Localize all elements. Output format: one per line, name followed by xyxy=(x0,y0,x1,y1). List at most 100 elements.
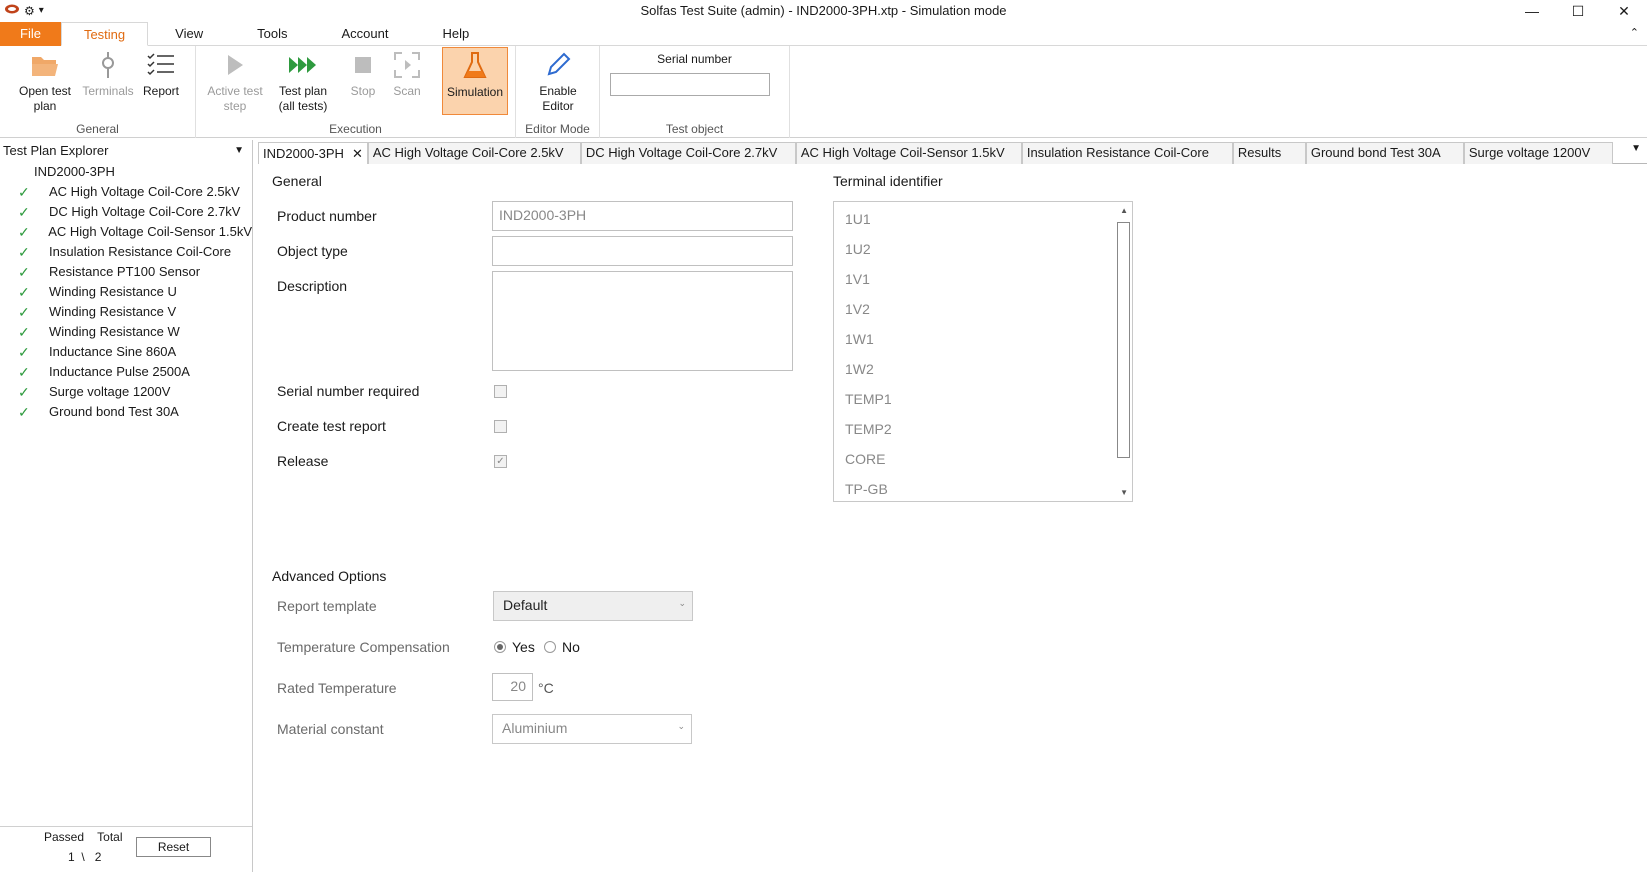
radio-selected-icon xyxy=(494,641,506,653)
doc-tab[interactable]: Surge voltage 1200V xyxy=(1463,142,1613,164)
terminal-list-item[interactable]: 1V1 xyxy=(834,264,1132,294)
explorer-dropdown-icon[interactable]: ▼ xyxy=(234,140,244,162)
passed-total-values: 1 \ 2 xyxy=(68,850,101,864)
tree-item[interactable]: ✓ Inductance Pulse 2500A xyxy=(0,362,252,382)
tree-item-label: Inductance Pulse 2500A xyxy=(49,364,190,379)
terminal-identifier-title: Terminal identifier xyxy=(833,173,943,189)
passed-check-icon: ✓ xyxy=(18,404,30,420)
test-plan-explorer: Test Plan Explorer ▼ IND2000-3PH ✓ AC Hig… xyxy=(0,140,253,872)
material-constant-select[interactable]: Aluminium ⌄ xyxy=(492,714,692,744)
tab-file[interactable]: File xyxy=(0,22,61,46)
doc-tab[interactable]: Insulation Resistance Coil-Core xyxy=(1021,142,1233,164)
tab-tools[interactable]: Tools xyxy=(230,22,314,46)
tab-list-dropdown-icon[interactable]: ▼ xyxy=(1631,143,1641,154)
tree-item[interactable]: ✓ Insulation Resistance Coil-Core xyxy=(0,242,252,262)
chevron-down-icon: ⌄ xyxy=(677,721,685,731)
tree-item[interactable]: ✓ Winding Resistance W xyxy=(0,322,252,342)
stop-button[interactable]: Stop xyxy=(344,50,382,99)
terminal-list-item[interactable]: CORE xyxy=(834,444,1132,474)
create-report-checkbox[interactable] xyxy=(494,420,507,433)
terminals-button[interactable]: Terminals xyxy=(80,50,136,99)
tree-item[interactable]: ✓ Winding Resistance U xyxy=(0,282,252,302)
close-button[interactable]: ✕ xyxy=(1601,0,1647,22)
terminal-list-item[interactable]: TEMP1 xyxy=(834,384,1132,414)
doc-tab[interactable]: AC High Voltage Coil-Core 2.5kV xyxy=(367,142,581,164)
doc-tab-ind2000-3ph[interactable]: IND2000-3PH ✕ xyxy=(258,142,368,164)
tree-item[interactable]: ✓ DC High Voltage Coil-Core 2.7kV xyxy=(0,202,252,222)
create-report-label: Create test report xyxy=(277,418,386,434)
tree-item[interactable]: ✓ Inductance Sine 860A xyxy=(0,342,252,362)
checklist-icon xyxy=(138,50,184,80)
tab-view[interactable]: View xyxy=(148,22,230,46)
collapse-ribbon-icon[interactable]: ⌃ xyxy=(1630,26,1639,39)
temp-comp-yes-radio[interactable]: Yes xyxy=(494,639,535,655)
terminal-list-item[interactable]: 1W2 xyxy=(834,354,1132,384)
active-test-step-button[interactable]: Active test step xyxy=(206,50,264,114)
tree-item-label: Resistance PT100 Sensor xyxy=(49,264,201,279)
tab-testing[interactable]: Testing xyxy=(60,22,149,46)
flask-icon xyxy=(443,51,507,81)
active-test-step-label: Active test step xyxy=(207,84,263,113)
tree-item-label: Ground bond Test 30A xyxy=(49,404,179,419)
simulation-button[interactable]: Simulation xyxy=(442,47,508,115)
temp-comp-yes-label: Yes xyxy=(512,639,535,655)
terminal-list-item[interactable]: 1W1 xyxy=(834,324,1132,354)
terminal-list-item[interactable]: TP-GB xyxy=(834,474,1132,504)
scroll-up-icon[interactable]: ▲ xyxy=(1120,206,1128,215)
doc-tab[interactable]: AC High Voltage Coil-Sensor 1.5kV xyxy=(795,142,1022,164)
terminal-list-item[interactable]: TEMP2 xyxy=(834,414,1132,444)
tree-item[interactable]: ✓ Surge voltage 1200V xyxy=(0,382,252,402)
terminal-list-item[interactable]: 1V2 xyxy=(834,294,1132,324)
rated-temperature-input[interactable]: 20 xyxy=(492,673,533,701)
object-type-field[interactable] xyxy=(492,236,793,266)
tree-root-item[interactable]: IND2000-3PH xyxy=(0,162,252,182)
terminal-identifier-list[interactable]: 1U1 1U2 1V1 1V2 1W1 1W2 TEMP1 TEMP2 CORE TP-GB ▲ … xyxy=(833,201,1133,502)
enable-editor-button[interactable]: Enable Editor xyxy=(526,50,590,114)
terminal-items: 1U1 1U2 1V1 1V2 1W1 1W2 TEMP1 TEMP2 CORE TP-GB xyxy=(834,202,1132,504)
tree-items: ✓ AC High Voltage Coil-Core 2.5kV ✓ DC High… xyxy=(0,182,252,422)
ribbon-group-test-object: Serial number Test object xyxy=(600,46,790,138)
ribbon: Open test plan Terminals Report General … xyxy=(0,46,1647,138)
tab-help[interactable]: Help xyxy=(415,22,496,46)
explorer-header: Test Plan Explorer ▼ xyxy=(0,140,252,162)
tree-item[interactable]: ✓ AC High Voltage Coil-Sensor 1.5kV xyxy=(0,222,252,242)
release-label: Release xyxy=(277,453,329,469)
tree-item[interactable]: ✓ AC High Voltage Coil-Core 2.5kV xyxy=(0,182,252,202)
close-tab-icon[interactable]: ✕ xyxy=(352,144,363,164)
terminal-list-item[interactable]: 1U2 xyxy=(834,234,1132,264)
report-template-select[interactable]: Default ⌄ xyxy=(493,591,693,621)
tree-item[interactable]: ✓ Winding Resistance V xyxy=(0,302,252,322)
terminal-list-scrollbar[interactable] xyxy=(1117,222,1130,458)
scan-label: Scan xyxy=(393,84,421,98)
tree-item-label: Inductance Sine 860A xyxy=(49,344,177,359)
tree-item-label: Winding Resistance U xyxy=(49,284,177,299)
serial-required-checkbox[interactable] xyxy=(494,385,507,398)
test-plan-all-tests-button[interactable]: Test plan (all tests) xyxy=(270,50,336,114)
terminal-probe-icon xyxy=(80,50,136,80)
release-checkbox[interactable]: ✓ xyxy=(494,455,507,468)
doc-tab[interactable]: Results xyxy=(1232,142,1306,164)
report-button[interactable]: Report xyxy=(138,50,184,99)
test-plan-all-label: Test plan (all tests) xyxy=(278,84,328,113)
tree-item-label: Surge voltage 1200V xyxy=(49,384,171,399)
tree-item[interactable]: ✓ Ground bond Test 30A xyxy=(0,402,252,422)
tree-item[interactable]: ✓ Resistance PT100 Sensor xyxy=(0,262,252,282)
stop-icon xyxy=(344,50,382,80)
advanced-options-title: Advanced Options xyxy=(272,568,387,584)
doc-tab[interactable]: DC High Voltage Coil-Core 2.7kV xyxy=(580,142,796,164)
doc-tab-label: IND2000-3PH xyxy=(263,145,344,161)
serial-number-input[interactable] xyxy=(610,73,770,96)
doc-tab[interactable]: Ground bond Test 30A xyxy=(1305,142,1464,164)
open-test-plan-button[interactable]: Open test plan xyxy=(12,50,78,114)
product-number-field[interactable]: IND2000-3PH xyxy=(492,201,793,231)
scroll-down-icon[interactable]: ▼ xyxy=(1120,488,1128,497)
reset-button[interactable]: Reset xyxy=(136,837,211,857)
temp-comp-no-radio[interactable]: No xyxy=(544,639,580,655)
description-field[interactable] xyxy=(492,271,793,371)
maximize-button[interactable]: ☐ xyxy=(1555,0,1601,22)
tab-account[interactable]: Account xyxy=(314,22,415,46)
object-type-label: Object type xyxy=(277,243,348,259)
scan-button[interactable]: Scan xyxy=(388,50,426,99)
minimize-button[interactable]: — xyxy=(1509,0,1555,22)
terminal-list-item[interactable]: 1U1 xyxy=(834,204,1132,234)
